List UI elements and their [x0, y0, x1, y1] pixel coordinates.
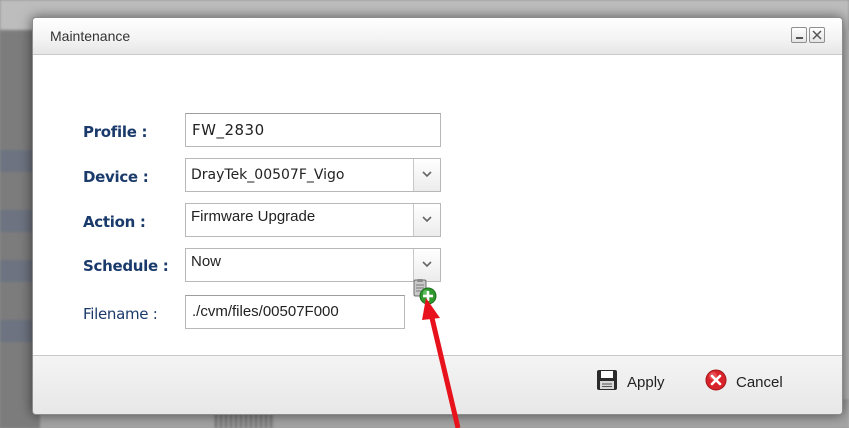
chevron-down-icon[interactable] — [413, 159, 440, 191]
cancel-label: Cancel — [736, 373, 783, 391]
apply-button[interactable]: Apply — [596, 369, 665, 395]
device-select[interactable]: DrayTek_00507F_Vigo — [185, 158, 441, 192]
dialog-titlebar: Maintenance — [33, 18, 842, 55]
add-file-icon[interactable] — [412, 279, 440, 307]
chevron-down-icon[interactable] — [413, 249, 440, 281]
dialog-content: Profile : FW_2830 Device : DrayTek_00507… — [33, 55, 842, 355]
filename-label: Filename : — [83, 305, 158, 323]
action-select-value: Firmware Upgrade — [191, 208, 316, 225]
apply-label: Apply — [627, 373, 665, 391]
chevron-down-icon[interactable] — [413, 204, 440, 236]
dialog-footer: Apply Cancel — [33, 355, 842, 414]
schedule-select-value: Now — [191, 253, 222, 270]
action-label: Action : — [83, 213, 146, 231]
schedule-select[interactable]: Now — [185, 248, 441, 282]
profile-input[interactable]: FW_2830 — [185, 113, 441, 147]
minimize-icon[interactable] — [791, 27, 807, 43]
close-icon[interactable] — [809, 27, 825, 43]
dialog-title: Maintenance — [50, 28, 131, 44]
filename-input[interactable]: ./cvm/files/00507F000 — [185, 295, 405, 329]
device-label: Device : — [83, 168, 149, 186]
profile-label: Profile : — [83, 123, 148, 141]
action-select[interactable]: Firmware Upgrade — [185, 203, 441, 237]
maintenance-dialog: Maintenance Profile : FW_2830 Device : D… — [32, 17, 843, 415]
device-select-value: DrayTek_00507F_Vigo — [191, 167, 345, 183]
cancel-button[interactable]: Cancel — [705, 369, 783, 395]
save-icon — [596, 369, 618, 396]
cancel-icon — [705, 369, 727, 396]
schedule-label: Schedule : — [83, 257, 169, 275]
